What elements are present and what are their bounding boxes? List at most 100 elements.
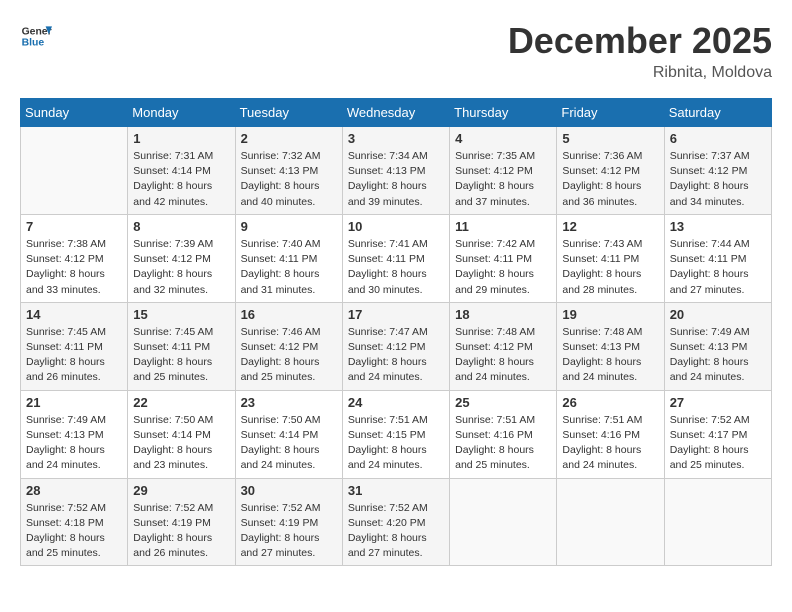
calendar-header-row: SundayMondayTuesdayWednesdayThursdayFrid… xyxy=(21,99,772,127)
calendar-day-cell xyxy=(450,478,557,566)
calendar-day-cell: 7 Sunrise: 7:38 AMSunset: 4:12 PMDaylight… xyxy=(21,214,128,302)
calendar-table: SundayMondayTuesdayWednesdayThursdayFrid… xyxy=(20,98,772,566)
day-info: Sunrise: 7:51 AMSunset: 4:15 PMDaylight:… xyxy=(348,413,444,474)
day-info: Sunrise: 7:50 AMSunset: 4:14 PMDaylight:… xyxy=(241,413,337,474)
logo: General Blue xyxy=(20,20,52,52)
day-number: 4 xyxy=(455,131,551,146)
weekday-header-monday: Monday xyxy=(128,99,235,127)
day-number: 25 xyxy=(455,395,551,410)
day-info: Sunrise: 7:32 AMSunset: 4:13 PMDaylight:… xyxy=(241,149,337,210)
weekday-header-thursday: Thursday xyxy=(450,99,557,127)
day-info: Sunrise: 7:49 AMSunset: 4:13 PMDaylight:… xyxy=(26,413,122,474)
day-number: 22 xyxy=(133,395,229,410)
day-number: 11 xyxy=(455,219,551,234)
calendar-day-cell: 2 Sunrise: 7:32 AMSunset: 4:13 PMDaylight… xyxy=(235,127,342,215)
day-number: 16 xyxy=(241,307,337,322)
weekday-header-tuesday: Tuesday xyxy=(235,99,342,127)
calendar-day-cell: 23 Sunrise: 7:50 AMSunset: 4:14 PMDayligh… xyxy=(235,390,342,478)
day-info: Sunrise: 7:39 AMSunset: 4:12 PMDaylight:… xyxy=(133,237,229,298)
day-number: 8 xyxy=(133,219,229,234)
day-info: Sunrise: 7:47 AMSunset: 4:12 PMDaylight:… xyxy=(348,325,444,386)
day-number: 3 xyxy=(348,131,444,146)
day-number: 15 xyxy=(133,307,229,322)
day-info: Sunrise: 7:52 AMSunset: 4:20 PMDaylight:… xyxy=(348,501,444,562)
svg-text:Blue: Blue xyxy=(22,38,45,49)
location-subtitle: Ribnita, Moldova xyxy=(508,64,772,82)
calendar-day-cell: 30 Sunrise: 7:52 AMSunset: 4:19 PMDayligh… xyxy=(235,478,342,566)
calendar-day-cell: 21Sunrise: 7:49 AMSunset: 4:13 PMDayligh… xyxy=(21,390,128,478)
calendar-day-cell: 3 Sunrise: 7:34 AMSunset: 4:13 PMDaylight… xyxy=(342,127,449,215)
day-number: 18 xyxy=(455,307,551,322)
day-number: 2 xyxy=(241,131,337,146)
day-number: 31 xyxy=(348,483,444,498)
day-number: 28 xyxy=(26,483,122,498)
day-info: Sunrise: 7:45 AMSunset: 4:11 PMDaylight:… xyxy=(133,325,229,386)
day-info: Sunrise: 7:49 AMSunset: 4:13 PMDaylight:… xyxy=(670,325,766,386)
month-year-title: December 2025 xyxy=(508,20,772,62)
calendar-day-cell: 1 Sunrise: 7:31 AMSunset: 4:14 PMDaylight… xyxy=(128,127,235,215)
calendar-week-row: 14 Sunrise: 7:45 AMSunset: 4:11 PMDayligh… xyxy=(21,302,772,390)
calendar-week-row: 7 Sunrise: 7:38 AMSunset: 4:12 PMDaylight… xyxy=(21,214,772,302)
calendar-day-cell: 5 Sunrise: 7:36 AMSunset: 4:12 PMDaylight… xyxy=(557,127,664,215)
calendar-day-cell: 20Sunrise: 7:49 AMSunset: 4:13 PMDayligh… xyxy=(664,302,771,390)
day-info: Sunrise: 7:46 AMSunset: 4:12 PMDaylight:… xyxy=(241,325,337,386)
calendar-day-cell: 17 Sunrise: 7:47 AMSunset: 4:12 PMDayligh… xyxy=(342,302,449,390)
calendar-day-cell: 12Sunrise: 7:43 AMSunset: 4:11 PMDayligh… xyxy=(557,214,664,302)
calendar-day-cell: 22 Sunrise: 7:50 AMSunset: 4:14 PMDayligh… xyxy=(128,390,235,478)
calendar-week-row: 1 Sunrise: 7:31 AMSunset: 4:14 PMDaylight… xyxy=(21,127,772,215)
day-info: Sunrise: 7:52 AMSunset: 4:18 PMDaylight:… xyxy=(26,501,122,562)
calendar-day-cell: 19Sunrise: 7:48 AMSunset: 4:13 PMDayligh… xyxy=(557,302,664,390)
calendar-day-cell: 29 Sunrise: 7:52 AMSunset: 4:19 PMDayligh… xyxy=(128,478,235,566)
day-info: Sunrise: 7:52 AMSunset: 4:19 PMDaylight:… xyxy=(133,501,229,562)
day-info: Sunrise: 7:50 AMSunset: 4:14 PMDaylight:… xyxy=(133,413,229,474)
calendar-day-cell: 25Sunrise: 7:51 AMSunset: 4:16 PMDayligh… xyxy=(450,390,557,478)
day-number: 17 xyxy=(348,307,444,322)
day-info: Sunrise: 7:40 AMSunset: 4:11 PMDaylight:… xyxy=(241,237,337,298)
day-number: 12 xyxy=(562,219,658,234)
day-number: 26 xyxy=(562,395,658,410)
weekday-header-friday: Friday xyxy=(557,99,664,127)
day-info: Sunrise: 7:35 AMSunset: 4:12 PMDaylight:… xyxy=(455,149,551,210)
day-info: Sunrise: 7:38 AMSunset: 4:12 PMDaylight:… xyxy=(26,237,122,298)
day-info: Sunrise: 7:45 AMSunset: 4:11 PMDaylight:… xyxy=(26,325,122,386)
day-number: 1 xyxy=(133,131,229,146)
day-number: 7 xyxy=(26,219,122,234)
day-info: Sunrise: 7:52 AMSunset: 4:19 PMDaylight:… xyxy=(241,501,337,562)
calendar-day-cell: 26 Sunrise: 7:51 AMSunset: 4:16 PMDayligh… xyxy=(557,390,664,478)
day-number: 27 xyxy=(670,395,766,410)
calendar-day-cell: 8 Sunrise: 7:39 AMSunset: 4:12 PMDaylight… xyxy=(128,214,235,302)
weekday-header-saturday: Saturday xyxy=(664,99,771,127)
day-info: Sunrise: 7:44 AMSunset: 4:11 PMDaylight:… xyxy=(670,237,766,298)
calendar-week-row: 21Sunrise: 7:49 AMSunset: 4:13 PMDayligh… xyxy=(21,390,772,478)
day-number: 14 xyxy=(26,307,122,322)
day-number: 5 xyxy=(562,131,658,146)
weekday-header-wednesday: Wednesday xyxy=(342,99,449,127)
day-info: Sunrise: 7:31 AMSunset: 4:14 PMDaylight:… xyxy=(133,149,229,210)
weekday-header-sunday: Sunday xyxy=(21,99,128,127)
calendar-day-cell: 9Sunrise: 7:40 AMSunset: 4:11 PMDaylight… xyxy=(235,214,342,302)
day-number: 6 xyxy=(670,131,766,146)
day-info: Sunrise: 7:42 AMSunset: 4:11 PMDaylight:… xyxy=(455,237,551,298)
day-info: Sunrise: 7:52 AMSunset: 4:17 PMDaylight:… xyxy=(670,413,766,474)
title-block: December 2025 Ribnita, Moldova xyxy=(508,20,772,82)
day-number: 23 xyxy=(241,395,337,410)
calendar-day-cell: 18Sunrise: 7:48 AMSunset: 4:12 PMDayligh… xyxy=(450,302,557,390)
day-number: 10 xyxy=(348,219,444,234)
day-info: Sunrise: 7:34 AMSunset: 4:13 PMDaylight:… xyxy=(348,149,444,210)
day-number: 13 xyxy=(670,219,766,234)
day-number: 19 xyxy=(562,307,658,322)
calendar-day-cell: 16 Sunrise: 7:46 AMSunset: 4:12 PMDayligh… xyxy=(235,302,342,390)
day-number: 29 xyxy=(133,483,229,498)
calendar-day-cell: 10Sunrise: 7:41 AMSunset: 4:11 PMDayligh… xyxy=(342,214,449,302)
calendar-day-cell: 6 Sunrise: 7:37 AMSunset: 4:12 PMDaylight… xyxy=(664,127,771,215)
day-info: Sunrise: 7:51 AMSunset: 4:16 PMDaylight:… xyxy=(562,413,658,474)
day-info: Sunrise: 7:36 AMSunset: 4:12 PMDaylight:… xyxy=(562,149,658,210)
day-info: Sunrise: 7:37 AMSunset: 4:12 PMDaylight:… xyxy=(670,149,766,210)
page-header: General Blue December 2025 Ribnita, Mold… xyxy=(20,20,772,82)
day-number: 24 xyxy=(348,395,444,410)
calendar-day-cell: 27 Sunrise: 7:52 AMSunset: 4:17 PMDayligh… xyxy=(664,390,771,478)
calendar-day-cell: 15 Sunrise: 7:45 AMSunset: 4:11 PMDayligh… xyxy=(128,302,235,390)
day-number: 30 xyxy=(241,483,337,498)
calendar-day-cell: 31 Sunrise: 7:52 AMSunset: 4:20 PMDayligh… xyxy=(342,478,449,566)
calendar-week-row: 28 Sunrise: 7:52 AMSunset: 4:18 PMDayligh… xyxy=(21,478,772,566)
